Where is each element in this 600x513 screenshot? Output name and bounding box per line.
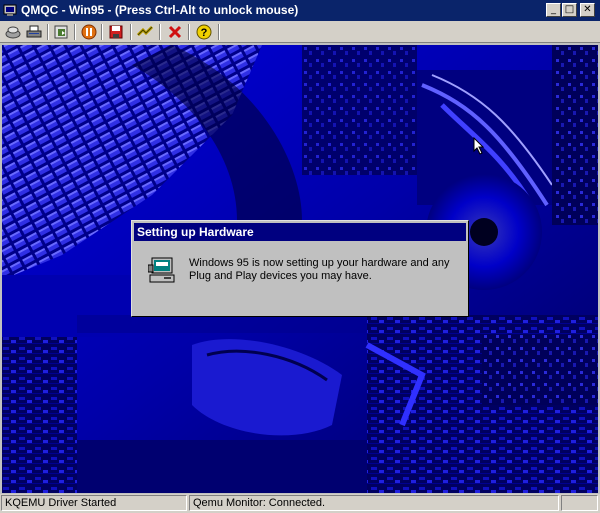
printer-icon[interactable] <box>25 23 43 41</box>
statusbar: KQEMU Driver Started Qemu Monitor: Conne… <box>0 494 600 513</box>
save-icon[interactable] <box>107 23 125 41</box>
toolbar-separator <box>130 24 132 40</box>
toolbar-separator <box>47 24 49 40</box>
window-titlebar[interactable]: QMQC - Win95 - (Press Ctrl-Alt to unlock… <box>0 0 600 21</box>
status-extra <box>561 495 598 511</box>
window-title: QMQC - Win95 - (Press Ctrl-Alt to unlock… <box>21 3 299 17</box>
setup-dialog: Setting up Hardware Windows 95 is now se… <box>131 220 469 317</box>
emulator-screen[interactable]: Setting up Hardware Windows 95 is now se… <box>2 45 598 493</box>
status-driver: KQEMU Driver Started <box>1 495 187 511</box>
mouse-cursor-icon <box>473 137 485 155</box>
toolbar-separator <box>159 24 161 40</box>
stop-icon[interactable] <box>166 23 184 41</box>
status-monitor: Qemu Monitor: Connected. <box>189 495 559 511</box>
cdrom-icon[interactable] <box>52 23 70 41</box>
minimize-button[interactable]: _ <box>546 3 561 17</box>
app-icon <box>3 4 17 16</box>
connect-icon[interactable] <box>136 23 154 41</box>
toolbar-separator <box>188 24 190 40</box>
toolbar-separator <box>218 24 220 40</box>
help-icon[interactable]: ? <box>195 23 213 41</box>
toolbar-separator <box>101 24 103 40</box>
dialog-title: Setting up Hardware <box>134 223 466 241</box>
toolbar: ? <box>0 21 600 43</box>
svg-text:?: ? <box>201 27 208 39</box>
toolbar-separator <box>74 24 76 40</box>
dialog-message: Windows 95 is now setting up your hardwa… <box>189 257 450 282</box>
pause-icon[interactable] <box>80 23 98 41</box>
close-button[interactable]: ✕ <box>580 3 595 17</box>
floppy-drive-icon[interactable] <box>4 23 22 41</box>
maximize-button[interactable]: □ <box>562 3 577 17</box>
computer-setup-icon <box>148 257 175 283</box>
